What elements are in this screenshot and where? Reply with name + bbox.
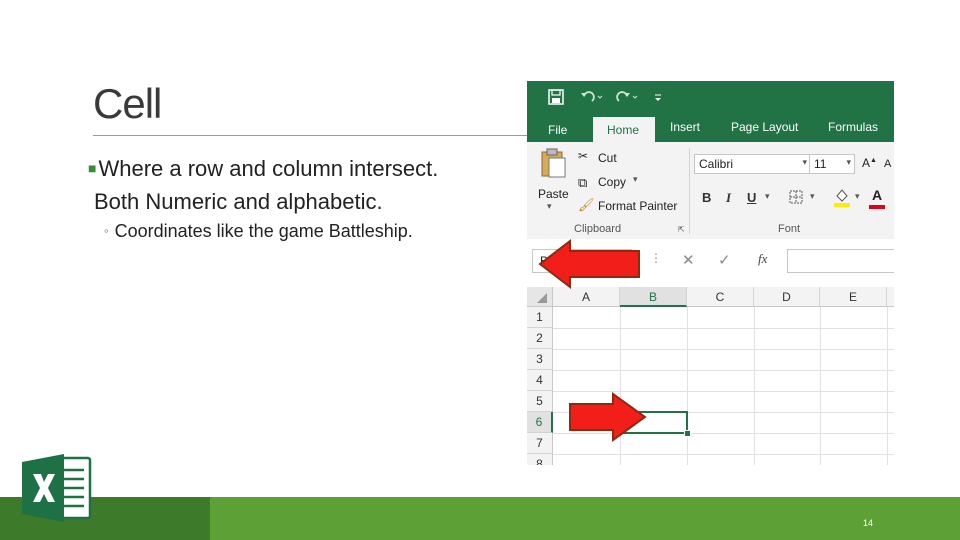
bullet-line-2: Both Numeric and alphabetic. (94, 189, 383, 214)
gridline (553, 370, 894, 371)
ribbon: Paste ▾ ✂ Cut ⧉ Copy ▾ 🖌 Format Painter … (527, 142, 894, 240)
paste-button[interactable]: Paste (538, 187, 569, 201)
tab-insert[interactable]: Insert (670, 120, 700, 134)
fill-color-icon[interactable] (833, 187, 851, 207)
scissors-icon[interactable]: ✂ (578, 149, 588, 163)
column-header-e[interactable]: E (820, 287, 887, 307)
select-all-button[interactable] (527, 287, 553, 307)
bullet-line-1: Where a row and column intersect. (98, 156, 439, 181)
font-group-label: Font (778, 223, 801, 235)
slide-title: Cell (93, 80, 162, 127)
row-header-7[interactable]: 7 (527, 433, 553, 454)
excel-logo-icon (22, 454, 92, 522)
quick-access-toolbar (527, 81, 894, 114)
column-header-a[interactable]: A (553, 287, 620, 307)
arrow-icon (538, 238, 640, 290)
gridline (820, 307, 821, 465)
row-header-1[interactable]: 1 (527, 307, 553, 328)
format-painter-button[interactable]: Format Painter (598, 199, 677, 213)
chevron-down-icon: ▾ (802, 157, 807, 167)
gridline (754, 307, 755, 465)
tab-page-layout[interactable]: Page Layout (731, 120, 798, 134)
bold-button[interactable]: B (702, 190, 711, 205)
clipboard-group-label: Clipboard (574, 223, 622, 235)
redo-icon[interactable] (615, 90, 639, 104)
bullet-sub-text: Coordinates like the game Battleship. (114, 221, 413, 241)
format-painter-icon[interactable]: 🖌 (578, 197, 595, 213)
row-header-5[interactable]: 5 (527, 391, 553, 412)
paste-chevron-icon[interactable]: ▾ (547, 201, 552, 212)
row-header-2[interactable]: 2 (527, 328, 553, 349)
gridline (553, 454, 894, 455)
underline-button[interactable]: U (747, 190, 756, 205)
copy-button[interactable]: Copy (598, 175, 626, 189)
formula-input[interactable] (787, 249, 894, 273)
page-number: 14 (863, 518, 874, 528)
italic-button[interactable]: I (726, 190, 731, 206)
group-divider (689, 148, 690, 234)
more-options-icon[interactable]: ⋮ (650, 251, 662, 265)
font-name-dropdown[interactable]: Calibri ▾ (694, 154, 811, 174)
cancel-icon[interactable]: ✕ (682, 251, 695, 269)
gridline (553, 349, 894, 350)
title-divider (93, 135, 533, 136)
chevron-down-icon[interactable]: ▾ (765, 191, 770, 202)
column-header-c[interactable]: C (687, 287, 754, 307)
gridline (887, 307, 888, 465)
row-header-3[interactable]: 3 (527, 349, 553, 370)
row-header-8[interactable]: 8 (527, 454, 553, 465)
chevron-down-icon[interactable]: ▾ (810, 191, 815, 202)
arrow-icon (569, 392, 647, 442)
column-header-b[interactable]: B (620, 287, 687, 307)
row-header-6[interactable]: 6 (527, 412, 553, 433)
font-color-icon[interactable]: A (872, 187, 882, 203)
gridline (687, 307, 688, 465)
chevron-down-icon: ▾ (846, 157, 851, 167)
font-color-swatch (869, 205, 885, 209)
shrink-font-icon[interactable]: A (884, 158, 891, 170)
save-icon[interactable] (548, 89, 564, 105)
borders-icon[interactable] (789, 190, 803, 204)
fill-handle[interactable] (684, 430, 691, 437)
column-header-f[interactable] (887, 287, 894, 307)
undo-icon[interactable] (580, 90, 604, 104)
chevron-down-icon[interactable]: ▾ (855, 191, 860, 202)
select-all-icon (537, 293, 547, 303)
gridline (553, 328, 894, 329)
ribbon-tabs: File Home Insert Page Layout Formulas (527, 114, 894, 142)
font-size-dropdown[interactable]: 11 ▾ (809, 154, 855, 174)
customize-icon[interactable] (653, 93, 663, 103)
font-name-value: Calibri (699, 157, 734, 171)
insert-function-button[interactable]: fx (758, 251, 767, 267)
bullet-primary: ■Where a row and column intersect. Both … (88, 152, 518, 218)
tab-home[interactable]: Home (593, 117, 655, 142)
copy-chevron-icon[interactable]: ▾ (633, 174, 638, 185)
column-header-d[interactable]: D (754, 287, 820, 307)
dialog-launcher-icon[interactable]: ⇱ (678, 225, 685, 234)
circle-bullet-icon: ◦ (104, 223, 109, 238)
tab-formulas[interactable]: Formulas (828, 120, 878, 134)
tab-file[interactable]: File (548, 123, 567, 137)
bullet-secondary: ◦ Coordinates like the game Battleship. (104, 221, 413, 242)
font-size-value: 11 (814, 157, 827, 171)
grow-font-icon[interactable]: A▲ (862, 156, 877, 170)
copy-icon[interactable]: ⧉ (578, 175, 587, 191)
row-header-4[interactable]: 4 (527, 370, 553, 391)
paste-icon[interactable] (540, 148, 566, 178)
enter-icon[interactable]: ✓ (718, 251, 731, 269)
cut-button[interactable]: Cut (598, 151, 617, 165)
square-bullet-icon: ■ (88, 160, 97, 176)
